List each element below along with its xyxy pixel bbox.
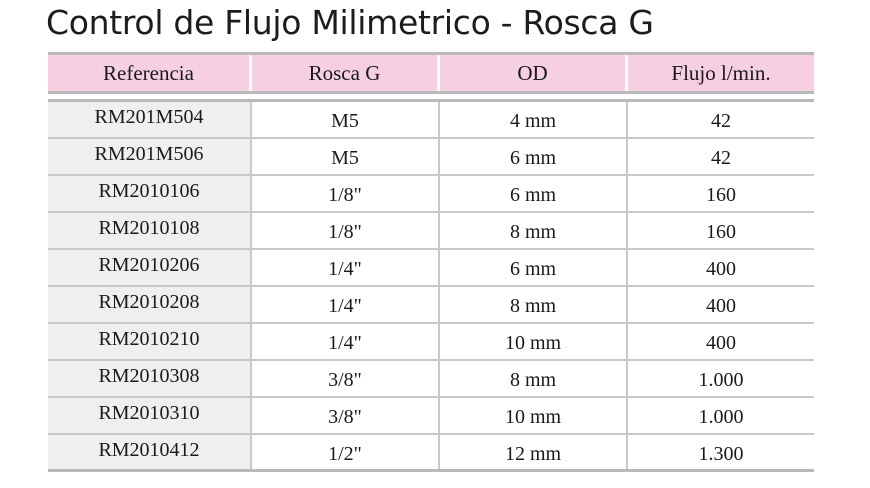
cell-referencia-text: RM201M506 [94, 143, 204, 165]
page-title: Control de Flujo Milimetrico - Rosca G [46, 3, 654, 42]
cell-od: 8 mm [440, 361, 628, 396]
cell-flujo-text: 400 [706, 332, 736, 354]
cell-flujo: 1.000 [628, 398, 814, 433]
table-row: RM201M504 M5 4 mm 42 [48, 102, 814, 139]
cell-od: 6 mm [440, 250, 628, 285]
cell-od-text: 10 mm [504, 406, 562, 428]
cell-flujo: 42 [628, 139, 814, 174]
cell-rosca-text: M5 [331, 147, 359, 169]
table-header-row: Referencia Rosca G OD Flujo l/min. [48, 52, 814, 94]
cell-od: 4 mm [440, 102, 628, 137]
cell-od: 6 mm [440, 176, 628, 211]
cell-od: 6 mm [440, 139, 628, 174]
cell-od-text: 6 mm [509, 147, 557, 169]
header-flujo: Flujo l/min. [671, 60, 771, 85]
cell-od-text: 8 mm [509, 369, 557, 391]
cell-od: 8 mm [440, 287, 628, 322]
cell-rosca: 1/8" [252, 176, 440, 211]
cell-rosca-text: 1/8" [328, 221, 362, 243]
cell-od: 10 mm [440, 324, 628, 359]
cell-referencia: RM2010106 [48, 176, 252, 211]
cell-od-text: 12 mm [504, 442, 562, 465]
cell-flujo-text: 400 [706, 295, 736, 317]
cell-od-text: 8 mm [509, 295, 557, 317]
cell-flujo-text: 42 [711, 110, 731, 132]
cell-referencia-text: RM2010308 [98, 365, 200, 387]
cell-flujo: 400 [628, 250, 814, 285]
cell-rosca: 1/4" [252, 250, 440, 285]
cell-od-text: 4 mm [509, 110, 557, 132]
cell-rosca: 1/2" [252, 435, 440, 469]
cell-rosca-text: M5 [331, 110, 359, 132]
table-row: RM2010206 1/4" 6 mm 400 [48, 250, 814, 287]
header-od: OD [440, 55, 628, 91]
cell-flujo: 160 [628, 176, 814, 211]
cell-referencia: RM2010412 [48, 435, 252, 469]
cell-od: 12 mm [440, 435, 628, 469]
cell-referencia-text: RM201M504 [94, 106, 204, 128]
cell-rosca-text: 1/4" [328, 332, 362, 354]
cell-flujo: 400 [628, 287, 814, 322]
cell-rosca-text: 3/8" [328, 369, 362, 391]
cell-flujo: 400 [628, 324, 814, 359]
cell-referencia: RM2010308 [48, 361, 252, 396]
cell-referencia: RM2010210 [48, 324, 252, 359]
header-rosca: Rosca G [252, 55, 440, 91]
cell-referencia: RM2010108 [48, 213, 252, 248]
cell-od-text: 8 mm [509, 221, 557, 243]
cell-referencia-text: RM2010108 [98, 217, 200, 239]
cell-rosca: M5 [252, 139, 440, 174]
cell-rosca: 1/4" [252, 324, 440, 359]
cell-rosca-text: 1/4" [328, 295, 362, 317]
cell-rosca: 3/8" [252, 361, 440, 396]
table-row: RM2010106 1/8" 6 mm 160 [48, 176, 814, 213]
cell-flujo-text: 1.000 [698, 369, 744, 391]
cell-od-text: 6 mm [509, 184, 557, 206]
cell-rosca-text: 1/8" [328, 184, 362, 206]
cell-od-text: 6 mm [509, 258, 557, 280]
cell-flujo-text: 160 [706, 184, 736, 206]
cell-referencia: RM2010310 [48, 398, 252, 433]
table-row: RM2010412 1/2" 12 mm 1.300 [48, 435, 814, 472]
cell-od: 8 mm [440, 213, 628, 248]
table-row: RM2010308 3/8" 8 mm 1.000 [48, 361, 814, 398]
cell-referencia: RM2010208 [48, 287, 252, 322]
table-body: RM201M504 M5 4 mm 42 RM201M506 M5 6 mm 42 RM2010… [48, 102, 814, 472]
cell-flujo-text: 1.000 [698, 406, 744, 428]
cell-flujo-text: 160 [706, 221, 736, 243]
cell-od: 10 mm [440, 398, 628, 433]
cell-rosca: 1/4" [252, 287, 440, 322]
cell-flujo: 1.300 [628, 435, 814, 469]
cell-flujo: 160 [628, 213, 814, 248]
cell-rosca-text: 3/8" [328, 406, 362, 428]
cell-flujo-text: 42 [711, 147, 731, 169]
cell-referencia-text: RM2010206 [98, 254, 200, 276]
cell-referencia: RM2010206 [48, 250, 252, 285]
header-referencia: Referencia [48, 55, 252, 91]
cell-flujo: 1.000 [628, 361, 814, 396]
cell-referencia: RM201M506 [48, 139, 252, 174]
cell-rosca: 1/8" [252, 213, 440, 248]
table-row: RM2010208 1/4" 8 mm 400 [48, 287, 814, 324]
cell-referencia-text: RM2010208 [98, 291, 200, 313]
cell-flujo-text: 400 [706, 258, 736, 280]
table-row: RM2010210 1/4" 10 mm 400 [48, 324, 814, 361]
table-row: RM2010310 3/8" 10 mm 1.000 [48, 398, 814, 435]
cell-rosca: 3/8" [252, 398, 440, 433]
cell-rosca-text: 1/2" [328, 442, 362, 465]
table-row: RM201M506 M5 6 mm 42 [48, 139, 814, 176]
cell-od-text: 10 mm [504, 332, 562, 354]
product-table: Referencia Rosca G OD Flujo l/min. RM201… [48, 52, 814, 472]
cell-flujo-text: 1.300 [698, 442, 744, 465]
cell-flujo: 42 [628, 102, 814, 137]
cell-referencia-text: RM2010310 [98, 402, 200, 424]
cell-rosca: M5 [252, 102, 440, 137]
cell-referencia-text: RM2010210 [98, 328, 200, 350]
cell-referencia-text: RM2010412 [98, 438, 200, 461]
cell-referencia-text: RM2010106 [98, 180, 200, 202]
cell-referencia: RM201M504 [48, 102, 252, 137]
cell-rosca-text: 1/4" [328, 258, 362, 280]
table-row: RM2010108 1/8" 8 mm 160 [48, 213, 814, 250]
